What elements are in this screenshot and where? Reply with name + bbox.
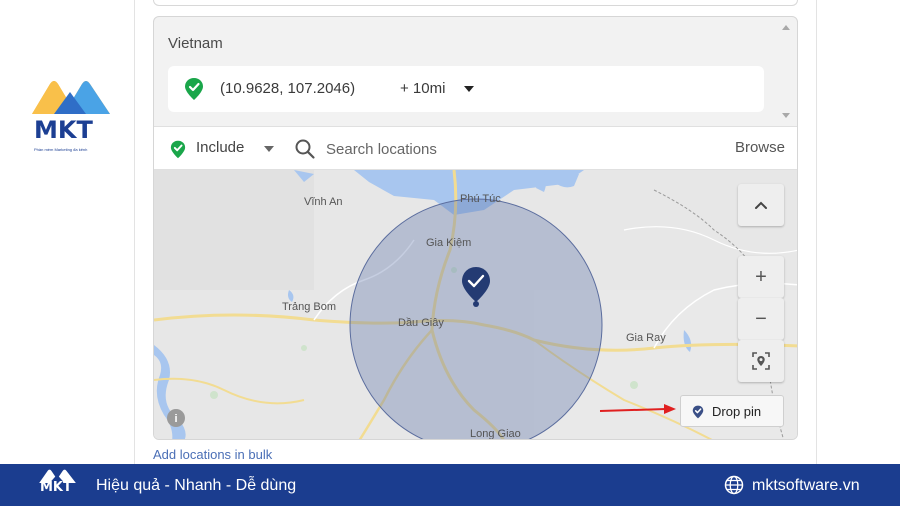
place-gia-kiem: Gia Kiệm [426, 237, 472, 249]
place-trang-bom: Trảng Bom [282, 301, 337, 313]
search-icon [295, 139, 315, 159]
country-label: Vietnam [168, 35, 223, 52]
include-caret-icon[interactable] [264, 146, 274, 152]
mkt-logo: MKT Phần mềm Marketing đa kênh [26, 74, 118, 158]
zoom-out-label: − [755, 307, 767, 330]
include-pin-icon [170, 140, 186, 159]
radius-caret-icon[interactable] [464, 86, 474, 92]
red-arrow-annotation [599, 404, 676, 414]
chevron-up-icon [755, 201, 767, 209]
drop-pin-label: Drop pin [712, 404, 762, 419]
location-box: Vietnam (10.9628, 107.2046) + 10mi Inclu… [153, 16, 798, 440]
locate-button[interactable] [738, 340, 784, 382]
zoom-in-label: + [755, 265, 767, 288]
scroll-down-icon[interactable] [782, 113, 790, 118]
footer-bar: MKT Hiệu quả - Nhanh - Dễ dùng mktsoftwa… [0, 464, 900, 506]
selected-location-chip[interactable]: (10.9628, 107.2046) + 10mi [168, 66, 764, 112]
map-collapse-button[interactable] [738, 184, 784, 226]
screenshot-stage: MKT Phần mềm Marketing đa kênh Vietnam (… [0, 0, 900, 506]
drop-pin-button[interactable]: Drop pin [680, 395, 784, 427]
mkt-logo-mountains-icon [32, 81, 110, 114]
search-locations-input[interactable] [326, 137, 686, 161]
globe-icon [724, 475, 744, 495]
footer-logo: MKT [38, 468, 82, 502]
footer-logo-text: MKT [40, 480, 72, 495]
location-map[interactable]: i Vĩnh An Phú Túc Gia Kiệm Trảng Bom Dầu… [154, 170, 797, 440]
place-dau-giay: Dầu Giây [398, 317, 444, 329]
footer-website[interactable]: mktsoftware.vn [752, 477, 860, 495]
drop-pin-icon [692, 405, 704, 419]
scroll-up-icon[interactable] [782, 25, 790, 30]
previous-field-edge [153, 0, 798, 6]
place-gia-ray: Gia Ray [626, 332, 666, 344]
browse-link[interactable]: Browse [735, 139, 785, 156]
location-coordinates: (10.9628, 107.2046) [220, 80, 356, 97]
place-vinh-an: Vĩnh An [304, 196, 343, 208]
logo-tagline: Phần mềm Marketing đa kênh [34, 147, 88, 152]
radius-dropdown[interactable]: + 10mi [400, 80, 445, 97]
place-long-giao: Long Giao [470, 428, 521, 440]
green-check-pin-icon [185, 78, 203, 100]
place-phu-tuc: Phú Túc [460, 193, 501, 205]
logo-brand-text: MKT [34, 116, 93, 144]
zoom-out-button[interactable]: − [738, 298, 784, 340]
footer-slogan: Hiệu quả - Nhanh - Dễ dùng [96, 477, 297, 494]
svg-text:i: i [174, 413, 177, 425]
location-search-bar: Include Browse [154, 126, 797, 170]
zoom-in-button[interactable]: + [738, 256, 784, 298]
include-dropdown[interactable]: Include [196, 139, 244, 156]
add-locations-in-bulk-link[interactable]: Add locations in bulk [153, 447, 272, 462]
locate-icon [752, 352, 770, 370]
